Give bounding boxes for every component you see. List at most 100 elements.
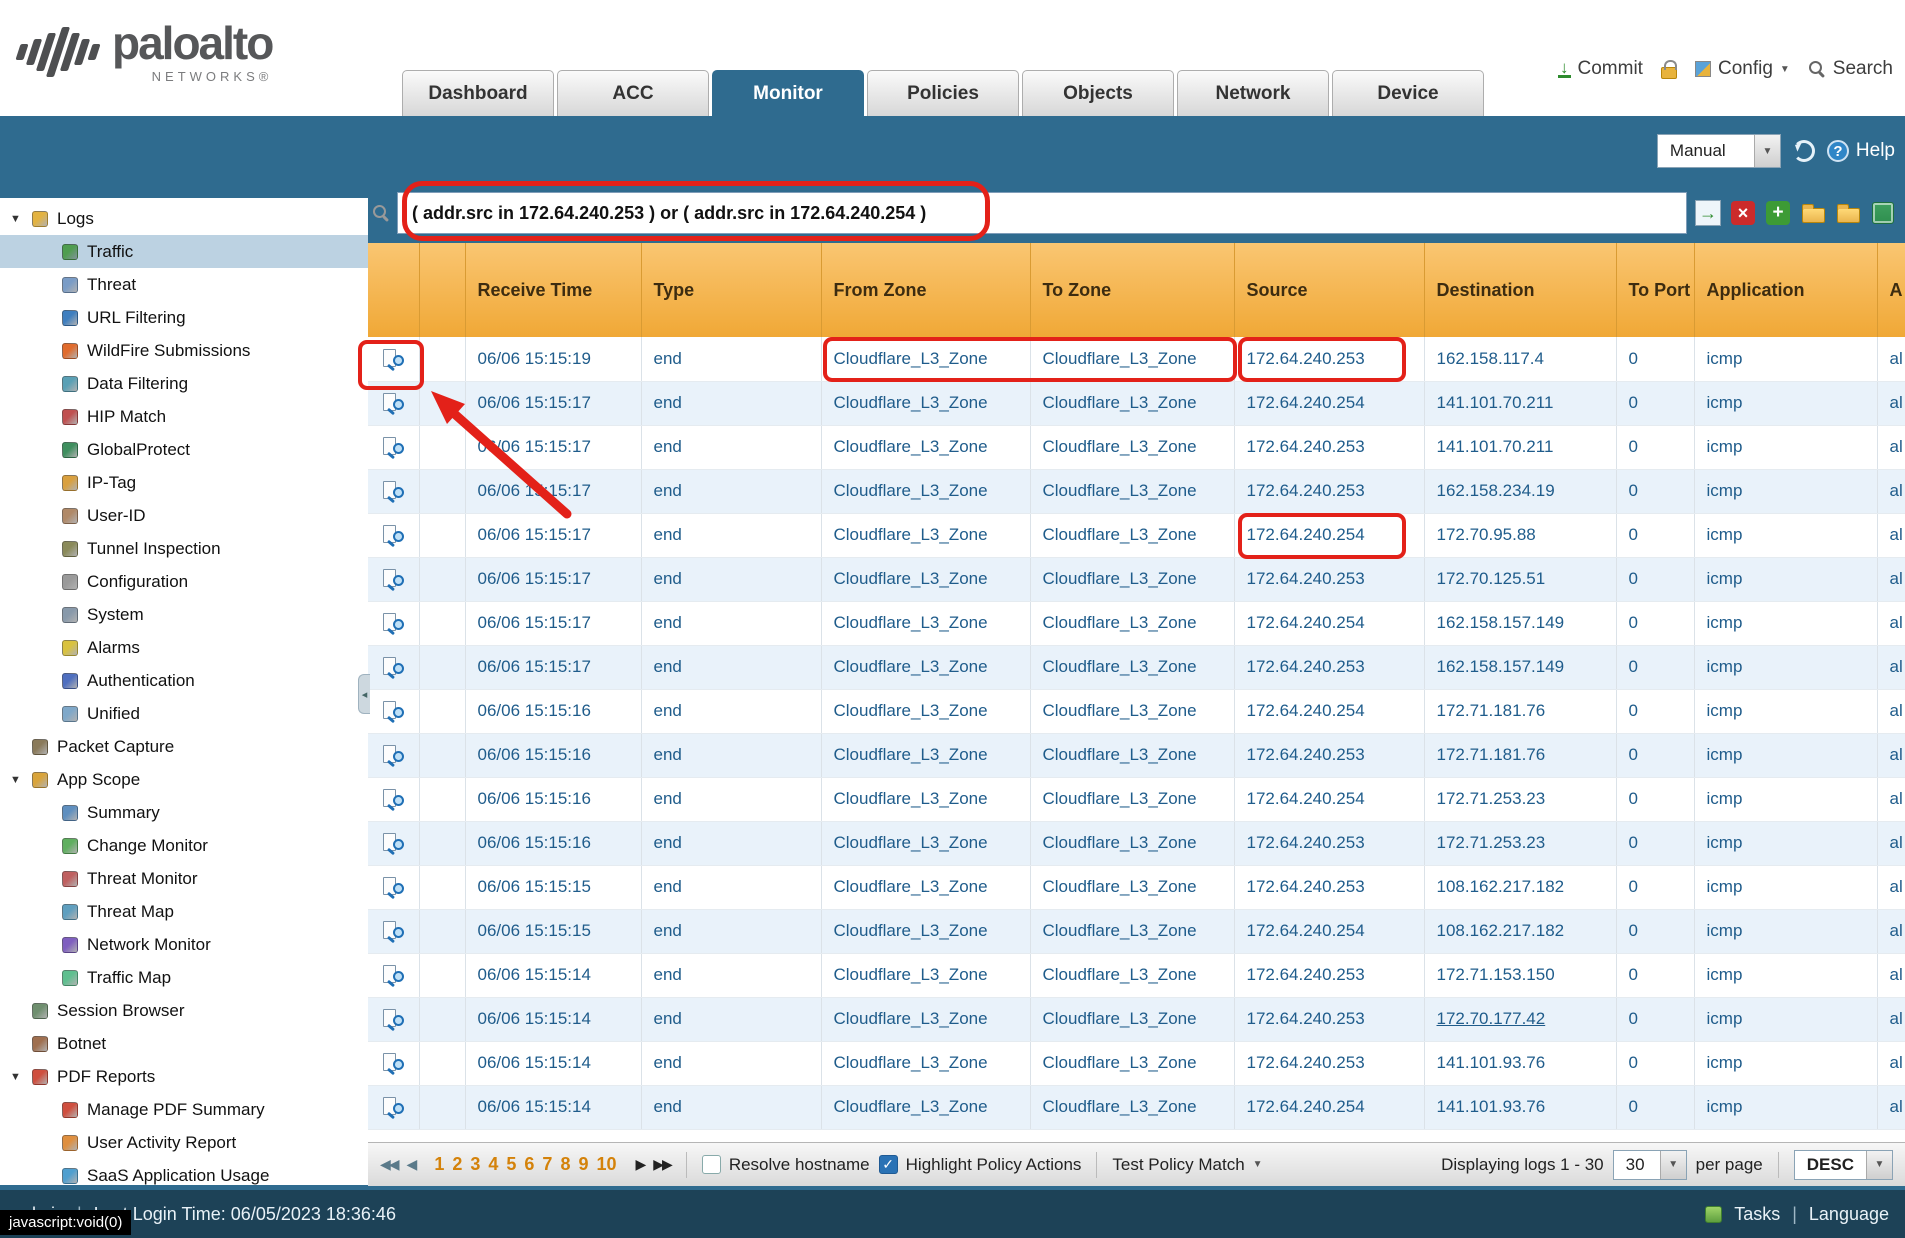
last-page-icon[interactable]: ▶▶ bbox=[653, 1156, 671, 1173]
sidebar-item-wildfire-submissions[interactable]: WildFire Submissions bbox=[0, 334, 368, 367]
source-cell[interactable]: 172.64.240.253 bbox=[1234, 821, 1424, 865]
log-detail-cell[interactable] bbox=[368, 821, 419, 865]
tab-policies[interactable]: Policies bbox=[867, 70, 1019, 116]
sidebar-item-unified[interactable]: Unified bbox=[0, 697, 368, 730]
column-header-source[interactable]: Source bbox=[1234, 243, 1424, 337]
select-arrow-icon[interactable]: ▼ bbox=[1866, 1151, 1892, 1179]
to-zone-cell[interactable]: Cloudflare_L3_Zone bbox=[1030, 557, 1234, 601]
tab-monitor[interactable]: Monitor bbox=[712, 70, 864, 116]
source-cell[interactable]: 172.64.240.253 bbox=[1234, 557, 1424, 601]
sidebar-item-app-scope[interactable]: ▼App Scope bbox=[0, 763, 368, 796]
sidebar-item-authentication[interactable]: Authentication bbox=[0, 664, 368, 697]
sidebar-item-ip-tag[interactable]: IP-Tag bbox=[0, 466, 368, 499]
source-cell[interactable]: 172.64.240.253 bbox=[1234, 953, 1424, 997]
log-detail-icon[interactable] bbox=[382, 349, 404, 369]
resolve-hostname-checkbox[interactable] bbox=[702, 1155, 721, 1174]
source-cell[interactable]: 172.64.240.253 bbox=[1234, 645, 1424, 689]
to-zone-cell[interactable]: Cloudflare_L3_Zone bbox=[1030, 909, 1234, 953]
column-header-to-port[interactable]: To Port bbox=[1616, 243, 1694, 337]
from-zone-cell[interactable]: Cloudflare_L3_Zone bbox=[821, 733, 1030, 777]
sidebar-item-traffic-map[interactable]: Traffic Map bbox=[0, 961, 368, 994]
log-detail-icon[interactable] bbox=[382, 1053, 404, 1073]
source-cell[interactable]: 172.64.240.253 bbox=[1234, 469, 1424, 513]
sidebar-item-threat-monitor[interactable]: Threat Monitor bbox=[0, 862, 368, 895]
page-number-7[interactable]: 7 bbox=[542, 1154, 552, 1175]
page-number-5[interactable]: 5 bbox=[506, 1154, 516, 1175]
destination-cell[interactable]: 172.71.181.76 bbox=[1424, 733, 1616, 777]
log-detail-cell[interactable] bbox=[368, 1085, 419, 1129]
source-cell[interactable]: 172.64.240.254 bbox=[1234, 381, 1424, 425]
column-header-to-zone[interactable]: To Zone bbox=[1030, 243, 1234, 337]
sidebar-item-saas-application-usage[interactable]: SaaS Application Usage bbox=[0, 1159, 368, 1185]
from-zone-cell[interactable]: Cloudflare_L3_Zone bbox=[821, 821, 1030, 865]
destination-cell[interactable]: 108.162.217.182 bbox=[1424, 865, 1616, 909]
sidebar-item-user-id[interactable]: User-ID bbox=[0, 499, 368, 532]
from-zone-cell[interactable]: Cloudflare_L3_Zone bbox=[821, 1085, 1030, 1129]
log-detail-icon[interactable] bbox=[382, 525, 404, 545]
log-detail-icon[interactable] bbox=[382, 833, 404, 853]
resolve-hostname-toggle[interactable]: Resolve hostname bbox=[702, 1155, 870, 1175]
page-number-6[interactable]: 6 bbox=[524, 1154, 534, 1175]
source-cell[interactable]: 172.64.240.253 bbox=[1234, 865, 1424, 909]
application-cell[interactable]: icmp bbox=[1694, 777, 1877, 821]
save-filter-button[interactable] bbox=[1799, 199, 1827, 227]
from-zone-cell[interactable]: Cloudflare_L3_Zone bbox=[821, 909, 1030, 953]
log-detail-cell[interactable] bbox=[368, 997, 419, 1041]
sidebar-item-system[interactable]: System bbox=[0, 598, 368, 631]
log-detail-icon[interactable] bbox=[382, 789, 404, 809]
to-zone-cell[interactable]: Cloudflare_L3_Zone bbox=[1030, 425, 1234, 469]
to-zone-cell[interactable]: Cloudflare_L3_Zone bbox=[1030, 337, 1234, 381]
language-button[interactable]: Language bbox=[1809, 1204, 1889, 1225]
from-zone-cell[interactable]: Cloudflare_L3_Zone bbox=[821, 381, 1030, 425]
log-detail-icon[interactable] bbox=[382, 701, 404, 721]
page-number-3[interactable]: 3 bbox=[470, 1154, 480, 1175]
application-cell[interactable]: icmp bbox=[1694, 953, 1877, 997]
log-detail-icon[interactable] bbox=[382, 437, 404, 457]
destination-cell[interactable]: 162.158.157.149 bbox=[1424, 645, 1616, 689]
application-cell[interactable]: icmp bbox=[1694, 557, 1877, 601]
application-cell[interactable]: icmp bbox=[1694, 997, 1877, 1041]
destination-cell[interactable]: 162.158.117.4 bbox=[1424, 337, 1616, 381]
destination-cell[interactable]: 172.71.181.76 bbox=[1424, 689, 1616, 733]
sidebar-item-hip-match[interactable]: HIP Match bbox=[0, 400, 368, 433]
destination-cell[interactable]: 172.71.253.23 bbox=[1424, 821, 1616, 865]
source-cell[interactable]: 172.64.240.253 bbox=[1234, 337, 1424, 381]
filter-query-input[interactable]: ( addr.src in 172.64.240.253 ) or ( addr… bbox=[397, 192, 1687, 234]
first-page-icon[interactable]: ◀◀ bbox=[380, 1156, 398, 1173]
log-detail-cell[interactable] bbox=[368, 865, 419, 909]
destination-cell[interactable]: 172.70.95.88 bbox=[1424, 513, 1616, 557]
load-filter-button[interactable] bbox=[1834, 199, 1862, 227]
highlight-policy-checkbox[interactable] bbox=[879, 1155, 898, 1174]
application-cell[interactable]: icmp bbox=[1694, 909, 1877, 953]
page-number-9[interactable]: 9 bbox=[578, 1154, 588, 1175]
sidebar-item-packet-capture[interactable]: Packet Capture bbox=[0, 730, 368, 763]
log-detail-icon[interactable] bbox=[382, 657, 404, 677]
page-number-1[interactable]: 1 bbox=[434, 1154, 444, 1175]
test-policy-match-button[interactable]: Test Policy Match ▼ bbox=[1112, 1155, 1262, 1175]
log-detail-icon[interactable] bbox=[382, 877, 404, 897]
log-detail-icon[interactable] bbox=[382, 1009, 404, 1029]
add-filter-button[interactable]: + bbox=[1764, 199, 1792, 227]
help-button[interactable]: ? Help bbox=[1827, 140, 1895, 162]
column-header-application[interactable]: Application bbox=[1694, 243, 1877, 337]
source-cell[interactable]: 172.64.240.253 bbox=[1234, 425, 1424, 469]
destination-cell[interactable]: 141.101.93.76 bbox=[1424, 1085, 1616, 1129]
log-detail-cell[interactable] bbox=[368, 425, 419, 469]
from-zone-cell[interactable]: Cloudflare_L3_Zone bbox=[821, 689, 1030, 733]
from-zone-cell[interactable]: Cloudflare_L3_Zone bbox=[821, 513, 1030, 557]
sidebar-item-logs[interactable]: ▼Logs bbox=[0, 202, 368, 235]
source-cell[interactable]: 172.64.240.254 bbox=[1234, 513, 1424, 557]
tab-objects[interactable]: Objects bbox=[1022, 70, 1174, 116]
sidebar-item-data-filtering[interactable]: Data Filtering bbox=[0, 367, 368, 400]
sidebar-item-user-activity-report[interactable]: User Activity Report bbox=[0, 1126, 368, 1159]
tab-network[interactable]: Network bbox=[1177, 70, 1329, 116]
sidebar-item-threat-map[interactable]: Threat Map bbox=[0, 895, 368, 928]
from-zone-cell[interactable]: Cloudflare_L3_Zone bbox=[821, 865, 1030, 909]
apply-filter-button[interactable]: → bbox=[1694, 199, 1722, 227]
application-cell[interactable]: icmp bbox=[1694, 689, 1877, 733]
log-detail-icon[interactable] bbox=[382, 745, 404, 765]
destination-cell[interactable]: 162.158.157.149 bbox=[1424, 601, 1616, 645]
page-number-4[interactable]: 4 bbox=[488, 1154, 498, 1175]
page-number-10[interactable]: 10 bbox=[596, 1154, 616, 1175]
log-detail-icon[interactable] bbox=[382, 1097, 404, 1117]
